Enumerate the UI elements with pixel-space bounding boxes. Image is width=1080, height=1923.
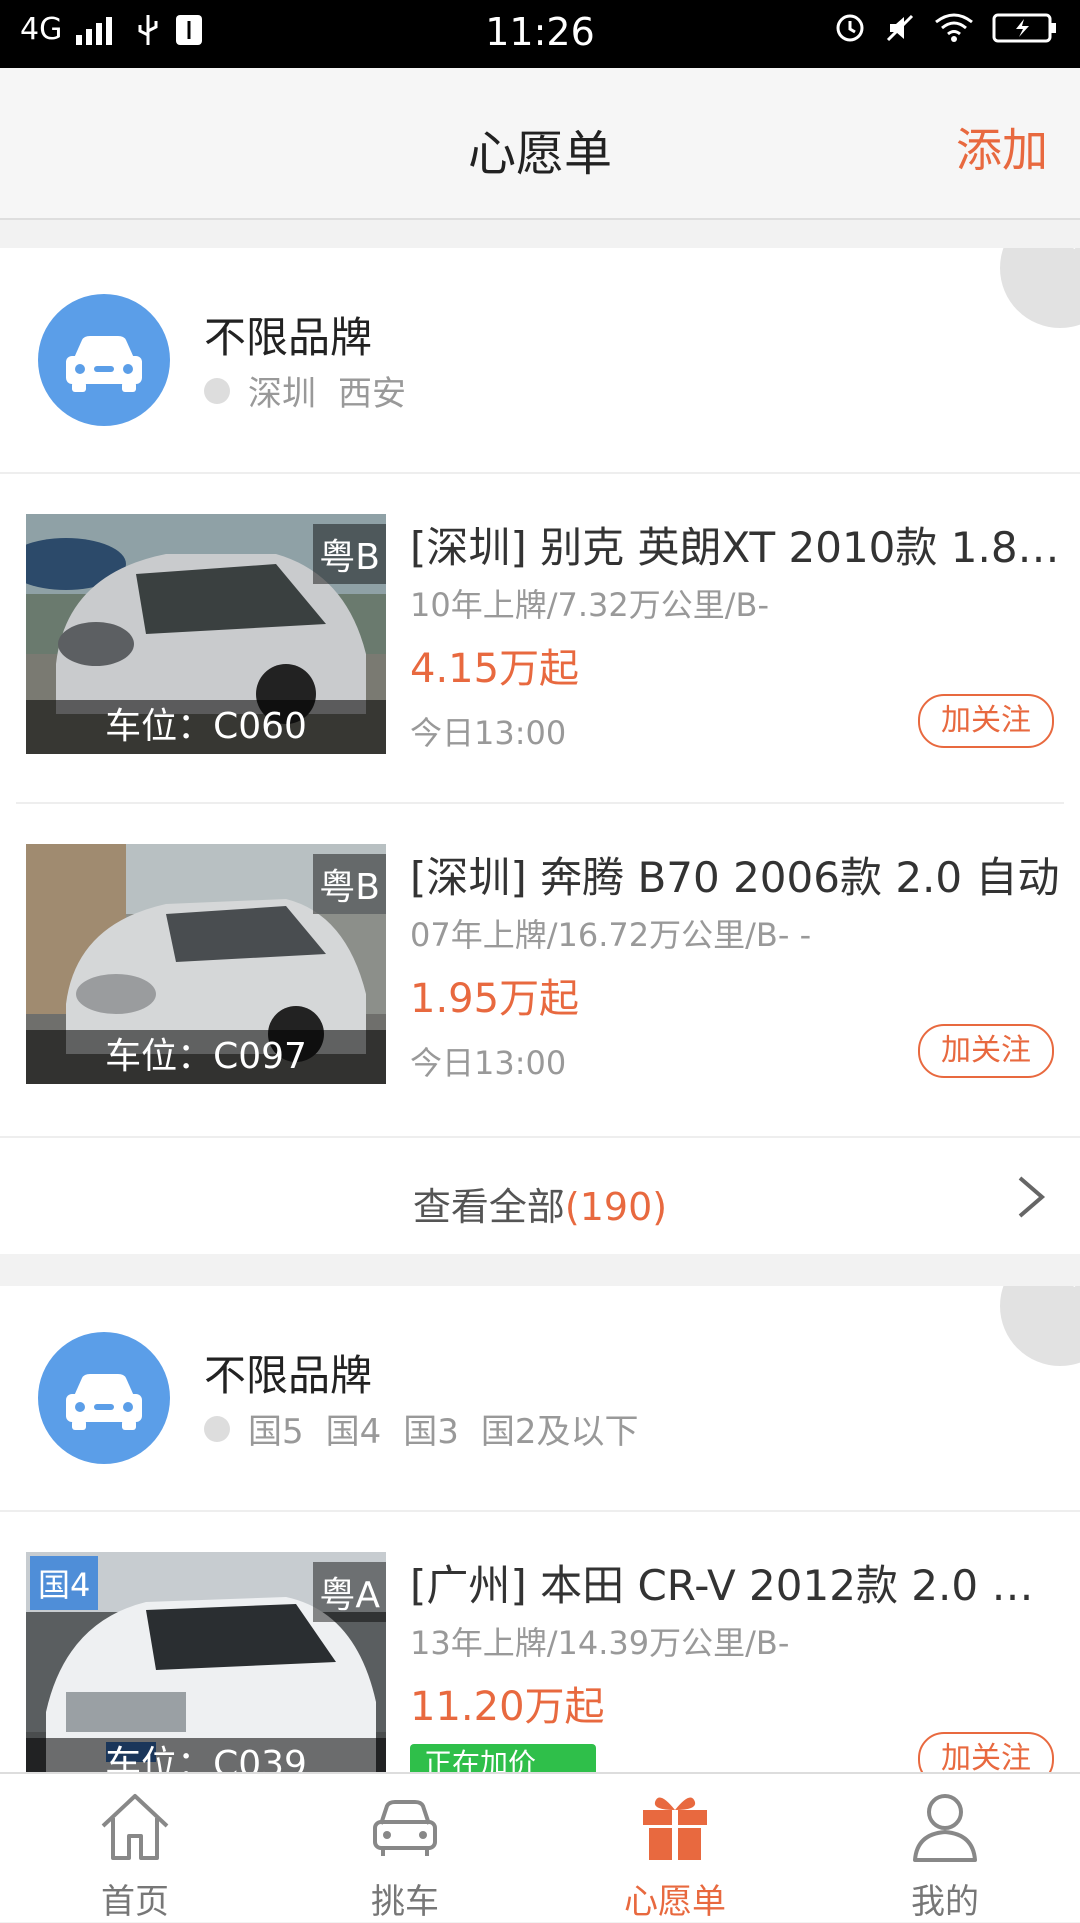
page-title: 心愿单 xyxy=(467,126,612,182)
chevron-right-icon xyxy=(1018,1176,1046,1218)
car-avatar xyxy=(38,294,170,426)
auction-time: 今日13:00 xyxy=(410,714,567,752)
tab-label: 挑车 xyxy=(371,1882,439,1922)
gift-icon xyxy=(643,1797,707,1860)
tab-label: 首页 xyxy=(101,1882,169,1922)
wishlist-tag: 国4 xyxy=(325,1412,382,1452)
follow-button[interactable]: 加关注 xyxy=(918,1732,1054,1772)
wishlist-card: ✕ 不限品牌 国5 国4 国3 国2及以下 xyxy=(0,1286,1080,1772)
follow-button[interactable]: 加关注 xyxy=(918,694,1054,748)
car-price: 11.20万起 xyxy=(410,1684,605,1730)
tab-home[interactable]: 首页 xyxy=(0,1774,270,1922)
auction-time: 今日13:00 xyxy=(410,1044,567,1082)
location-dot-icon xyxy=(204,377,230,404)
car-icon xyxy=(373,1800,437,1856)
car-price: 1.95万起 xyxy=(410,976,580,1022)
location-dot-icon xyxy=(204,1415,230,1442)
status-bar: 4G 11:26 xyxy=(0,0,1080,68)
parking-spot: 车位：C097 xyxy=(26,1030,386,1084)
wishlist-card: ✕ 不限品牌 深圳 西安 xyxy=(0,248,1080,1254)
parking-spot: 车位：C039 xyxy=(26,1738,386,1772)
wishlist-brand: 不限品牌 xyxy=(204,1351,373,1400)
bidding-status-badge: 正在加价 xyxy=(410,1744,596,1772)
wishlist-tags: 国5 国4 国3 国2及以下 xyxy=(204,1404,661,1453)
follow-button[interactable]: 加关注 xyxy=(918,1024,1054,1078)
license-plate: 粤B xyxy=(313,524,386,584)
status-right xyxy=(834,12,1058,44)
car-photo: 粤B 车位：C060 xyxy=(26,514,386,754)
car-list-item[interactable]: 粤B 车位：C060 [深圳] 别克 英朗XT 2010款 1.8 自动 10年… xyxy=(0,474,1080,804)
view-all-row[interactable]: 查看全部(190) xyxy=(0,1136,1080,1254)
add-button[interactable]: 添加 xyxy=(956,114,1048,180)
wishlist-tags: 深圳 西安 xyxy=(204,366,428,415)
car-icon xyxy=(66,336,142,392)
home-icon xyxy=(101,1794,169,1860)
car-list-item[interactable]: 粤B 车位：C097 [深圳] 奔腾 B70 2006款 2.0 自动 07年上… xyxy=(0,804,1080,1134)
view-all-label: 查看全部(190) xyxy=(0,1176,1080,1231)
mute-icon xyxy=(886,14,914,42)
license-plate: 粤A xyxy=(313,1562,386,1622)
car-photo: 国4 粤A 车位：C039 xyxy=(26,1552,386,1772)
car-price: 4.15万起 xyxy=(410,646,580,692)
tab-profile[interactable]: 我的 xyxy=(810,1774,1080,1922)
wifi-icon xyxy=(935,13,973,42)
car-title: [广州] 本田 CR-V 2012款 2.0 自动 xyxy=(410,1561,1070,1610)
car-details: 10年上牌/7.32万公里/B- xyxy=(410,586,770,624)
header: 心愿单 添加 xyxy=(0,68,1080,220)
view-all-count: (190) xyxy=(564,1185,668,1229)
bottom-tab-bar: 首页 挑车 心愿单 我的 xyxy=(0,1772,1080,1922)
car-avatar xyxy=(38,1332,170,1464)
car-icon xyxy=(66,1374,142,1430)
car-details: 13年上牌/14.39万公里/B- xyxy=(410,1624,790,1662)
car-photo: 粤B 车位：C097 xyxy=(26,844,386,1084)
wishlist-tag: 国5 xyxy=(248,1412,304,1452)
wishlist-header[interactable]: 不限品牌 国5 国4 国3 国2及以下 xyxy=(0,1286,1080,1512)
wishlist-brand: 不限品牌 xyxy=(204,313,373,362)
car-title: [深圳] 别克 英朗XT 2010款 1.8 自动 xyxy=(410,523,1070,572)
car-title: [深圳] 奔腾 B70 2006款 2.0 自动 xyxy=(410,853,1060,902)
wishlist-tag: 国3 xyxy=(403,1412,459,1452)
battery-icon xyxy=(992,13,1056,43)
wishlist-tag: 西安 xyxy=(338,374,406,414)
license-plate: 粤B xyxy=(313,854,386,914)
tab-wishlist[interactable]: 心愿单 xyxy=(540,1774,810,1922)
tab-browse-cars[interactable]: 挑车 xyxy=(270,1774,540,1922)
emission-standard-tag: 国4 xyxy=(30,1556,99,1610)
wishlist-tag: 国2及以下 xyxy=(480,1412,639,1452)
user-icon xyxy=(913,1794,977,1862)
wishlist-tag: 深圳 xyxy=(248,374,316,414)
wishlist-header[interactable]: 不限品牌 深圳 西安 xyxy=(0,248,1080,474)
alarm-icon xyxy=(836,14,864,42)
car-list-item[interactable]: 国4 粤A 车位：C039 [广州] 本田 CR-V 2012款 2.0 自动 … xyxy=(0,1512,1080,1772)
parking-spot: 车位：C060 xyxy=(26,700,386,754)
view-all-text: 查看全部 xyxy=(412,1185,565,1229)
tab-label: 心愿单 xyxy=(624,1882,726,1922)
tab-label: 我的 xyxy=(911,1882,979,1922)
car-details: 07年上牌/16.72万公里/B- - xyxy=(410,916,812,954)
